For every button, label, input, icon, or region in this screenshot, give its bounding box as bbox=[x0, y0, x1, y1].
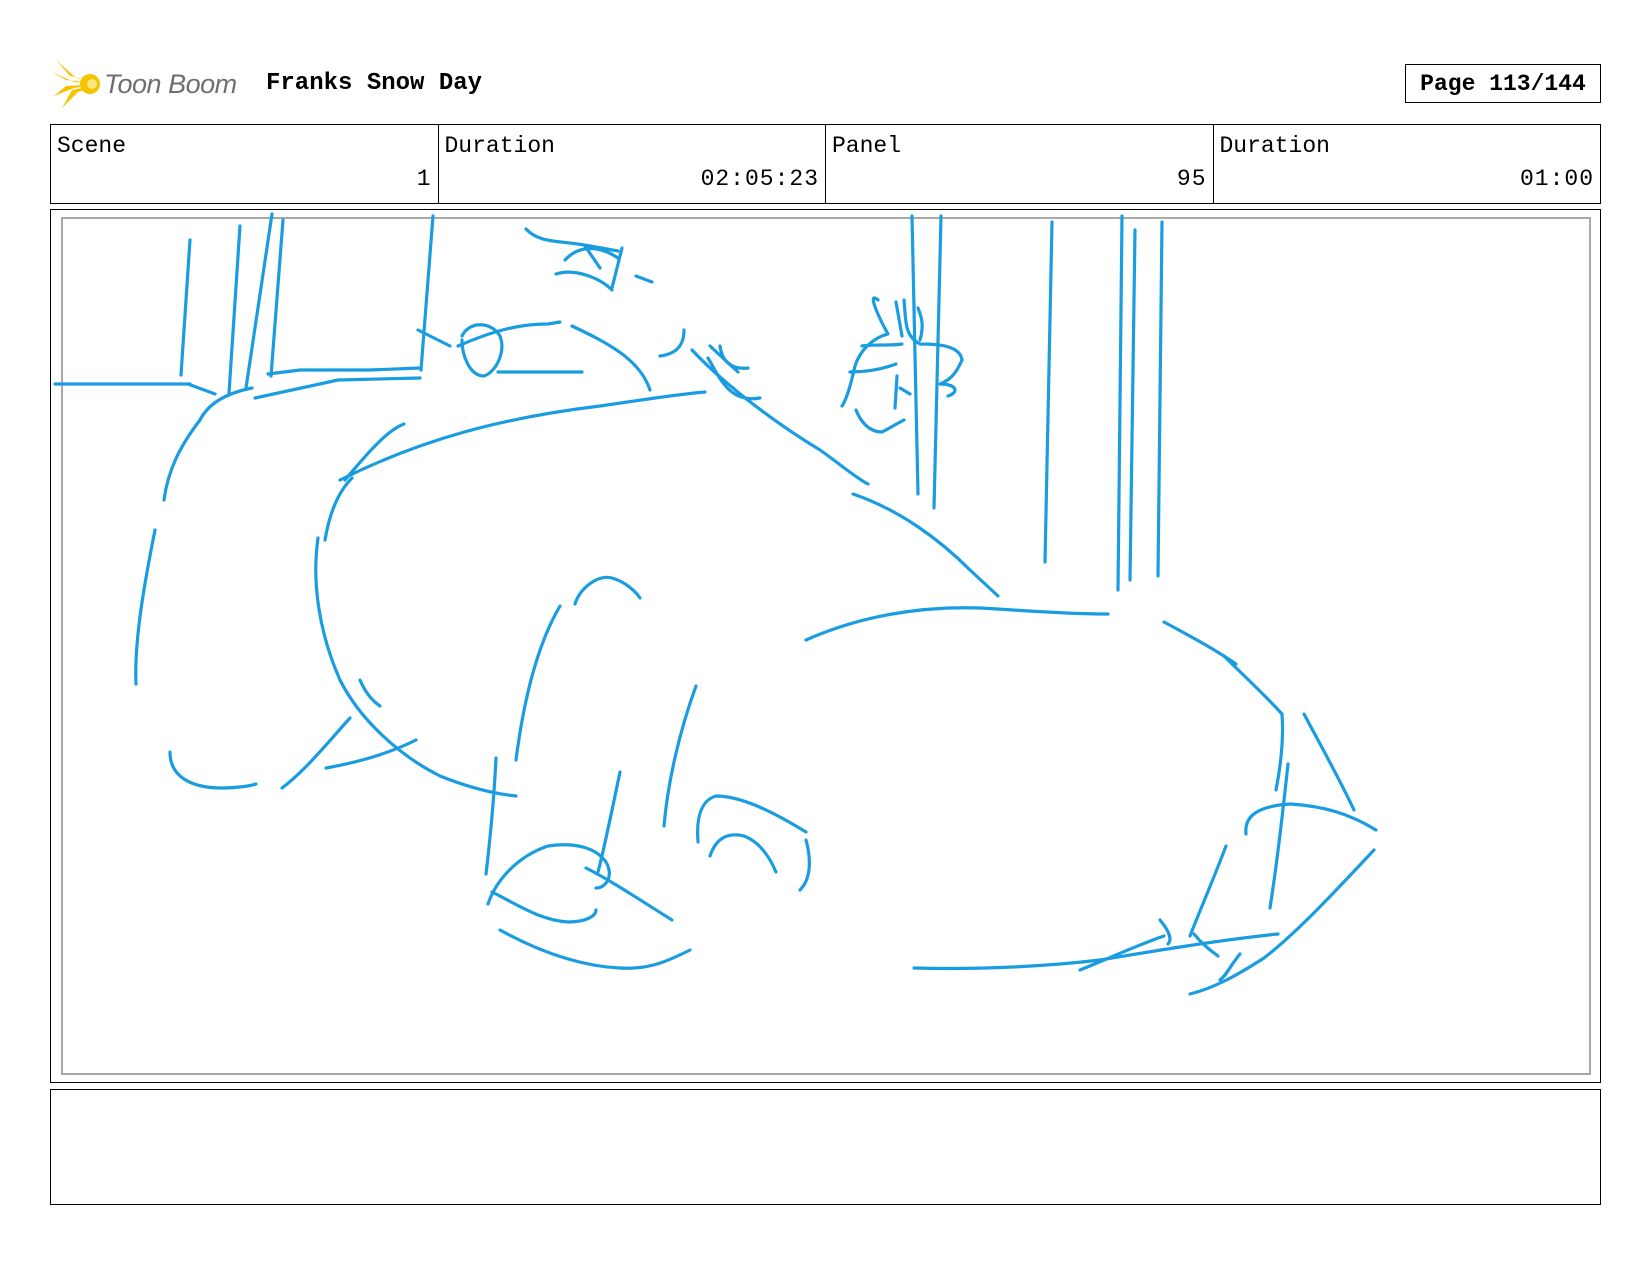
sketch-strokes bbox=[53, 212, 1378, 996]
storyboard-sketch bbox=[53, 212, 1378, 996]
panel-notes-box bbox=[50, 1089, 1601, 1205]
